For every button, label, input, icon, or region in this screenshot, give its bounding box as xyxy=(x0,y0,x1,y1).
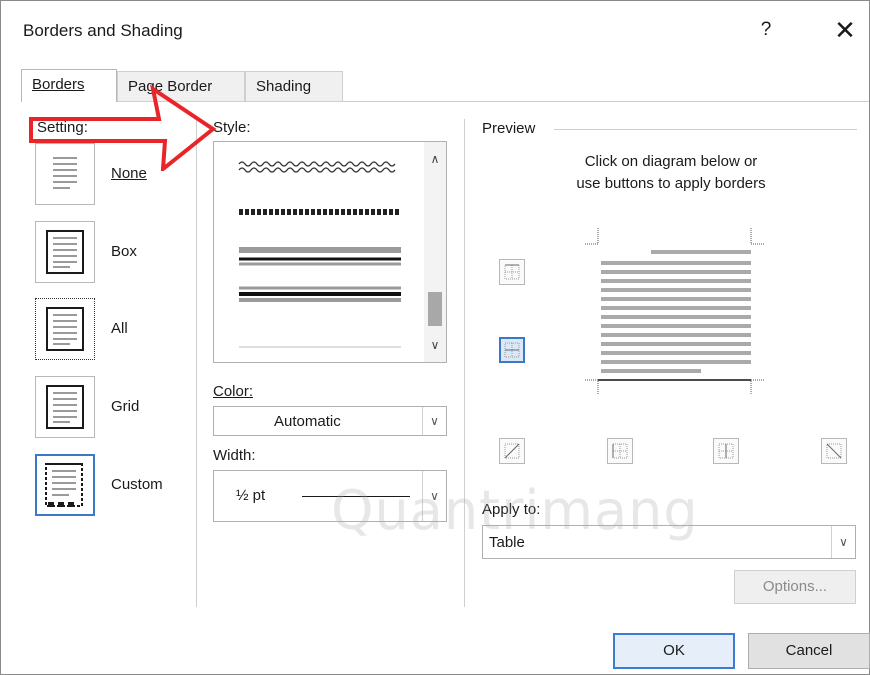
close-button[interactable]: ✕ xyxy=(828,13,862,47)
scroll-down-arrow-icon[interactable]: ∨ xyxy=(424,334,446,356)
watermark: Quantrimang xyxy=(331,479,699,542)
border-custom-icon xyxy=(35,454,95,516)
color-dropdown[interactable]: Automatic ∨ xyxy=(213,406,447,436)
setting-all-label: All xyxy=(111,320,128,337)
cancel-button[interactable]: Cancel xyxy=(748,633,870,669)
divider-left xyxy=(196,119,197,607)
setting-custom-label: Custom xyxy=(111,476,163,493)
width-label: Width: xyxy=(213,447,256,464)
border-grid-icon xyxy=(35,376,95,438)
preview-label: Preview xyxy=(482,120,536,137)
setting-option-box[interactable]: Box xyxy=(35,221,185,283)
border-inside-horizontal-toggle-icon[interactable] xyxy=(499,337,525,363)
color-value: Automatic xyxy=(274,413,341,430)
ok-button[interactable]: OK xyxy=(613,633,735,669)
preview-hint-line1: Click on diagram below or xyxy=(584,153,758,170)
tab-borders-label: Borders xyxy=(32,76,85,93)
dialog-title: Borders and Shading xyxy=(23,21,183,40)
options-button[interactable]: Options... xyxy=(734,570,856,604)
border-inside-vertical-toggle-icon[interactable] xyxy=(713,438,739,464)
style-listbox[interactable]: ∧ ∨ xyxy=(213,141,447,363)
border-diagonal-up-toggle-icon[interactable] xyxy=(499,438,525,464)
tab-borders[interactable]: Borders xyxy=(21,69,117,102)
title-bar: Borders and Shading ? ✕ xyxy=(1,1,869,59)
setting-box-label: Box xyxy=(111,243,137,260)
color-label: Color: xyxy=(213,383,254,400)
scroll-thumb[interactable] xyxy=(428,292,442,326)
width-value: ½ pt xyxy=(236,487,266,504)
borders-and-shading-dialog: Borders and Shading ? ✕ Borders Page Bor… xyxy=(0,0,870,675)
style-scrollbar[interactable]: ∧ ∨ xyxy=(424,142,446,362)
setting-option-custom[interactable]: Custom xyxy=(35,454,185,516)
border-all-icon xyxy=(35,298,95,360)
setting-option-grid[interactable]: Grid xyxy=(35,376,185,438)
preview-hint-line2: use buttons to apply borders xyxy=(576,175,766,192)
border-diagonal-down-toggle-icon[interactable] xyxy=(821,438,847,464)
chevron-down-icon[interactable]: ∨ xyxy=(422,407,446,435)
style-label: Style: xyxy=(213,119,251,136)
border-top-toggle-icon[interactable] xyxy=(499,259,525,285)
style-option-wavy-double xyxy=(238,161,396,173)
tab-shading-label: Shading xyxy=(256,78,312,95)
preview-hint: Click on diagram below or use buttons to… xyxy=(521,151,821,195)
setting-option-all[interactable]: All xyxy=(35,298,185,360)
style-option-thick-thin-gray xyxy=(239,247,401,266)
scroll-up-arrow-icon[interactable]: ∧ xyxy=(424,148,446,170)
style-option-thin-thick-gray xyxy=(239,286,401,302)
border-left-toggle-icon[interactable] xyxy=(607,438,633,464)
preview-group-line xyxy=(554,129,857,130)
preview-diagram[interactable] xyxy=(581,226,771,396)
border-box-icon xyxy=(35,221,95,283)
setting-grid-label: Grid xyxy=(111,398,140,415)
chevron-down-icon[interactable]: ∨ xyxy=(831,526,855,558)
tab-shading[interactable]: Shading xyxy=(245,71,343,102)
help-button[interactable]: ? xyxy=(752,15,780,45)
